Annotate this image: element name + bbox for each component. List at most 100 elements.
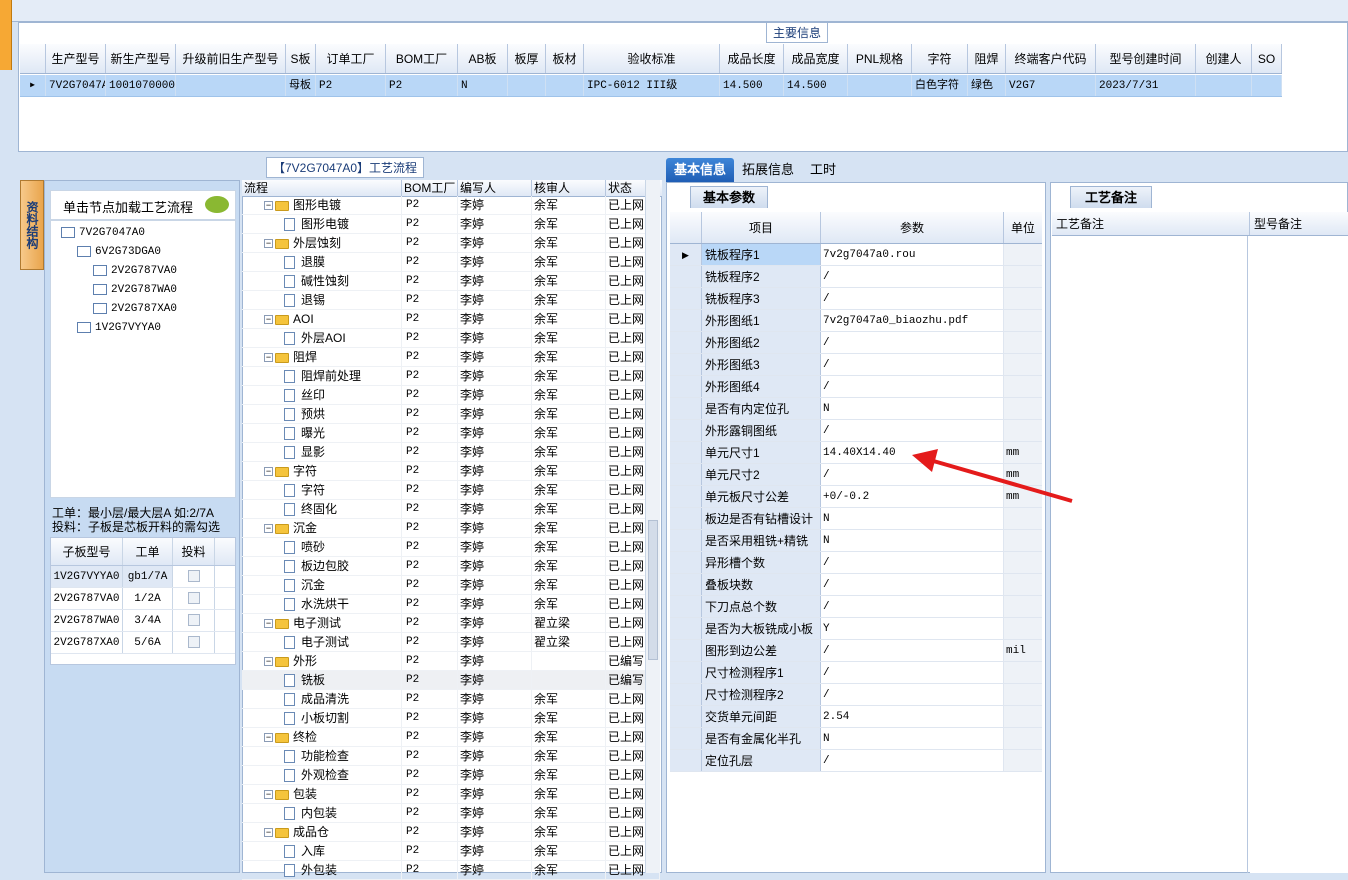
left-edge-tab[interactable]	[0, 0, 12, 70]
process-row[interactable]: 图形电镀 P2 李婷 余军 已上网	[242, 215, 660, 234]
param-row[interactable]: 定位孔层 /	[670, 750, 1042, 772]
process-row[interactable]: 退膜 P2 李婷 余军 已上网	[242, 253, 660, 272]
param-row[interactable]: 单元尺寸2/mm	[670, 464, 1042, 486]
cell[interactable]	[848, 75, 912, 96]
process-row[interactable]: 字符 P2 李婷 余军 已上网	[242, 481, 660, 500]
process-row[interactable]: 外包装 P2 李婷 余军 已上网	[242, 861, 660, 880]
process-row[interactable]: 成品清洗 P2 李婷 余军 已上网	[242, 690, 660, 709]
process-row[interactable]: 入库 P2 李婷 余军 已上网	[242, 842, 660, 861]
tab-process-notes[interactable]: 工艺备注	[1070, 186, 1152, 208]
collapse-icon[interactable]: −	[264, 657, 273, 667]
param-row[interactable]: 外形图纸3/	[670, 354, 1042, 376]
param-row[interactable]: 板边是否有钻槽设计 N	[670, 508, 1042, 530]
param-value[interactable]: /	[821, 266, 1004, 287]
process-row[interactable]: 铣板 P2 李婷 已编写	[242, 671, 660, 690]
param-value[interactable]: 7v2g7047a0_biaozhu.pdf	[821, 310, 1004, 331]
feed-cell[interactable]	[173, 632, 215, 653]
sub-grid-row[interactable]: 1V2G7VYYA0 gb1/7A	[51, 566, 235, 588]
param-value[interactable]: N	[821, 728, 1004, 749]
column-header[interactable]: S板	[286, 44, 316, 73]
column-header[interactable]: 订单工厂	[316, 44, 386, 73]
param-value[interactable]: +0/-0.2	[821, 486, 1004, 507]
process-column-header[interactable]: 流程	[242, 180, 402, 196]
param-value[interactable]: N	[821, 508, 1004, 529]
param-value[interactable]: /	[821, 464, 1004, 485]
param-row[interactable]: 异形槽个数 /	[670, 552, 1042, 574]
param-row[interactable]: 是否有内定位孔 N	[670, 398, 1042, 420]
cell[interactable]: V2G7	[1006, 75, 1096, 96]
process-row[interactable]: − 沉金 P2 李婷 余军 已上网	[242, 519, 660, 538]
param-value[interactable]: /	[821, 288, 1004, 309]
column-header[interactable]: BOM工厂	[386, 44, 458, 73]
param-row[interactable]: 单元板尺寸公差 +0/-0.2 mm	[670, 486, 1042, 508]
cell[interactable]	[1252, 75, 1282, 96]
param-value[interactable]: Y	[821, 618, 1004, 639]
collapse-icon[interactable]: −	[264, 201, 273, 211]
process-column-header[interactable]: 核审人	[532, 180, 606, 196]
process-scrollbar[interactable]	[645, 180, 660, 873]
column-header[interactable]: 型号创建时间	[1096, 44, 1196, 73]
tree-node[interactable]: 1V2G7VYYA0	[77, 320, 161, 336]
cell[interactable]: 绿色	[968, 75, 1006, 96]
param-value[interactable]: /	[821, 684, 1004, 705]
process-row[interactable]: 碱性蚀刻 P2 李婷 余军 已上网	[242, 272, 660, 291]
collapse-icon[interactable]: −	[264, 353, 273, 363]
param-row[interactable]: 是否为大板铣成小板 Y	[670, 618, 1042, 640]
param-row[interactable]: 铣板程序3/	[670, 288, 1042, 310]
column-header[interactable]: 终端客户代码	[1006, 44, 1096, 73]
process-row[interactable]: 外观检查 P2 李婷 余军 已上网	[242, 766, 660, 785]
tab-basic[interactable]: 基本信息	[666, 158, 735, 182]
feed-cell[interactable]	[173, 610, 215, 631]
cell[interactable]: 7V2G7047A0	[46, 75, 106, 96]
collapse-icon[interactable]: −	[264, 790, 273, 800]
process-row[interactable]: − 图形电镀 P2 李婷 余军 已上网	[242, 196, 660, 215]
sub-grid-row[interactable]: 2V2G787WA0 3/4A	[51, 610, 235, 632]
tree-node[interactable]: 7V2G7047A0	[61, 225, 145, 241]
param-row[interactable]: 叠板块数 /	[670, 574, 1042, 596]
cell[interactable]: 白色字符	[912, 75, 968, 96]
column-header[interactable]: PNL规格	[848, 44, 912, 73]
sub-grid-row[interactable]: 2V2G787VA0 1/2A	[51, 588, 235, 610]
param-row[interactable]: 图形到边公差 / mil	[670, 640, 1042, 662]
tab-hours[interactable]: 工时	[802, 158, 844, 182]
process-row[interactable]: − 字符 P2 李婷 余军 已上网	[242, 462, 660, 481]
feed-checkbox[interactable]	[187, 570, 200, 583]
process-row[interactable]: 沉金 P2 李婷 余军 已上网	[242, 576, 660, 595]
column-header[interactable]: AB板	[458, 44, 508, 73]
collapse-icon[interactable]: −	[264, 828, 273, 838]
param-row[interactable]: 外形图纸1 7v2g7047a0_biaozhu.pdf	[670, 310, 1042, 332]
process-row[interactable]: 功能检查 P2 李婷 余军 已上网	[242, 747, 660, 766]
model-notes-area[interactable]	[1250, 236, 1348, 873]
param-value[interactable]: N	[821, 398, 1004, 419]
process-row[interactable]: 电子测试 P2 李婷 翟立梁 已上网	[242, 633, 660, 652]
process-row[interactable]: 小板切割 P2 李婷 余军 已上网	[242, 709, 660, 728]
process-row[interactable]: − 外层蚀刻 P2 李婷 余军 已上网	[242, 234, 660, 253]
param-row[interactable]: 是否有金属化半孔 N	[670, 728, 1042, 750]
param-value[interactable]: /	[821, 420, 1004, 441]
collapse-icon[interactable]: −	[264, 619, 273, 629]
sub-grid-row[interactable]: 2V2G787XA0 5/6A	[51, 632, 235, 654]
param-value[interactable]: /	[821, 662, 1004, 683]
process-column-header[interactable]: 编写人	[458, 180, 532, 196]
param-value[interactable]: /	[821, 552, 1004, 573]
cell[interactable]	[508, 75, 546, 96]
sub-column-header[interactable]: 工单	[123, 538, 173, 565]
param-row[interactable]: 尺寸检测程序2/	[670, 684, 1042, 706]
param-value[interactable]: 7v2g7047a0.rou	[821, 244, 1004, 265]
process-row[interactable]: − 包装 P2 李婷 余军 已上网	[242, 785, 660, 804]
process-notes-area[interactable]	[1052, 236, 1248, 873]
param-row[interactable]: 下刀点总个数 /	[670, 596, 1042, 618]
structure-tree[interactable]: 7V2G7047A0 6V2G73DGA0 2V2G787VA0 2V2G787WA0…	[50, 220, 236, 498]
param-row[interactable]: 外形图纸4/	[670, 376, 1042, 398]
process-row[interactable]: − 外形 P2 李婷 已编写	[242, 652, 660, 671]
params-col-unit[interactable]: 单位	[1004, 212, 1042, 243]
param-row[interactable]: ▶ 铣板程序1 7v2g7047a0.rou	[670, 244, 1042, 266]
column-header[interactable]: 升级前旧生产型号	[176, 44, 286, 73]
process-row[interactable]: 丝印 P2 李婷 余军 已上网	[242, 386, 660, 405]
param-row[interactable]: 交货单元间距 2.54	[670, 706, 1042, 728]
process-row[interactable]: 板边包胶 P2 李婷 余军 已上网	[242, 557, 660, 576]
cell[interactable]: 14.500	[784, 75, 848, 96]
process-row[interactable]: 显影 P2 李婷 余军 已上网	[242, 443, 660, 462]
column-header[interactable]: 生产型号	[46, 44, 106, 73]
process-row[interactable]: 曝光 P2 李婷 余军 已上网	[242, 424, 660, 443]
